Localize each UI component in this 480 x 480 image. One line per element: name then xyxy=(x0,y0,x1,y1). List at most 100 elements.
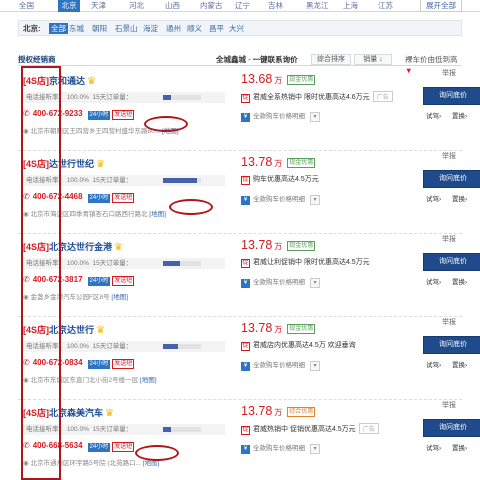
district-tab[interactable]: 石景山 xyxy=(115,21,138,36)
crown-icon: ♛ xyxy=(105,408,114,419)
expand-icon[interactable]: ▾ xyxy=(310,361,320,371)
expand-icon[interactable]: ▾ xyxy=(310,444,320,454)
send-sms-button[interactable]: 发送短 xyxy=(112,359,135,369)
city-tab[interactable]: 黑龙江 xyxy=(306,0,329,12)
dealer-price: 13.78 万现金优惠 xyxy=(241,238,316,252)
compare-text: 一键联系询价 xyxy=(252,55,298,64)
trade-in-link[interactable]: 置换› xyxy=(452,445,467,452)
price-detail[interactable]: ¥ 全款购车价格明细 ▾ xyxy=(241,276,320,288)
highlight-circle xyxy=(169,199,213,215)
gift-icon: 促 xyxy=(241,342,250,351)
trade-in-link[interactable]: 置换› xyxy=(452,113,467,120)
offer-line[interactable]: 促君威店内优惠高达4.5万 欢迎垂询 xyxy=(241,340,356,351)
trade-in-link[interactable]: 置换› xyxy=(452,196,467,203)
report-link[interactable]: 举报 xyxy=(442,317,456,327)
report-link[interactable]: 举报 xyxy=(442,68,456,78)
offer-text: 君威店内优惠高达4.5万 欢迎垂询 xyxy=(253,342,356,349)
report-link[interactable]: 举报 xyxy=(442,151,456,161)
city-tab[interactable]: 北京 xyxy=(58,0,80,12)
city-tab[interactable]: 上海 xyxy=(343,0,358,12)
report-link[interactable]: 举报 xyxy=(442,400,456,410)
promo-badge: 现金优惠 xyxy=(287,324,316,334)
city-tab[interactable]: 山西 xyxy=(165,0,180,12)
city-tab[interactable]: 河北 xyxy=(129,0,144,12)
price-detail-label: 全款购车价格明细 xyxy=(253,362,305,369)
scope-label[interactable]: 全城鑫城 - 一键联系询价 xyxy=(216,54,298,65)
trade-in-link[interactable]: 置换› xyxy=(452,362,467,369)
expand-all-button[interactable]: 展开全部 xyxy=(420,0,462,12)
crown-icon: ♛ xyxy=(96,159,105,170)
inquiry-button[interactable]: 询问底价 xyxy=(423,170,480,188)
offer-line[interactable]: 促君威热销中 促销优惠高达4.5万元 广告 xyxy=(241,423,379,435)
hours-badge: 24小时 xyxy=(87,443,111,452)
gift-icon: 促 xyxy=(241,94,250,103)
gift-icon: 促 xyxy=(241,176,250,185)
city-tab[interactable]: 江苏 xyxy=(378,0,393,12)
city-tab[interactable]: 辽宁 xyxy=(235,0,250,12)
district-tab[interactable]: 朝阳 xyxy=(92,21,107,36)
price-detail[interactable]: ¥ 全款购车价格明细 ▾ xyxy=(241,110,320,122)
city-tab[interactable]: 全国 xyxy=(19,0,34,12)
orders-bar-fill xyxy=(163,261,181,266)
city-tab[interactable]: 内蒙古 xyxy=(200,0,223,12)
trade-in-link[interactable]: 置换› xyxy=(452,279,467,286)
district-tab[interactable]: 东城 xyxy=(69,21,84,36)
test-drive-link[interactable]: 试驾› xyxy=(426,362,441,369)
report-link[interactable]: 举报 xyxy=(442,234,456,244)
send-sms-button[interactable]: 发送短 xyxy=(112,276,135,286)
test-drive-link[interactable]: 试驾› xyxy=(426,279,441,286)
sort-sales-button[interactable]: 销量 ↓ xyxy=(354,54,392,65)
action-links: 试驾› 置换› xyxy=(426,442,467,452)
test-drive-link[interactable]: 试驾› xyxy=(426,196,441,203)
sales-label: 销量 xyxy=(363,56,378,63)
map-link[interactable]: [地图] xyxy=(143,460,160,467)
phone-rate-value: 100.0% xyxy=(66,94,89,101)
district-tab[interactable]: 顺义 xyxy=(187,21,202,36)
action-links: 试驾› 置换› xyxy=(426,276,467,286)
orders-bar xyxy=(163,178,201,183)
price-detail-label: 全款购车价格明细 xyxy=(253,445,305,452)
inquiry-button[interactable]: 询问底价 xyxy=(423,253,480,271)
send-sms-button[interactable]: 发送短 xyxy=(112,193,135,203)
offer-line[interactable]: 促购车优惠高达4.5万元 xyxy=(241,174,319,185)
price-detail[interactable]: ¥ 全款购车价格明细 ▾ xyxy=(241,442,320,454)
city-tab[interactable]: 吉林 xyxy=(268,0,283,12)
inquiry-button[interactable]: 询问底价 xyxy=(423,336,480,354)
inquiry-button[interactable]: 询问底价 xyxy=(423,87,480,105)
expand-icon[interactable]: ▾ xyxy=(310,195,320,205)
dealer-row: [4S店]北京森美汽车 ♛ 电话接听率： 100.0% 15天订单量： ✆ 400-… xyxy=(18,400,480,480)
dealer-row: [4S店]达世行世纪 ♛ 电话接听率： 100.0% 15天订单量： ✆ 400-6… xyxy=(18,151,480,234)
district-tab[interactable]: 海淀 xyxy=(143,21,158,36)
inquiry-button[interactable]: 询问底价 xyxy=(423,419,480,437)
expand-icon[interactable]: ▾ xyxy=(310,278,320,288)
sort-default-button[interactable]: 综合排序 xyxy=(311,54,351,65)
orders-bar xyxy=(163,427,201,432)
district-tab[interactable]: 昌平 xyxy=(209,21,224,36)
gift-icon: 促 xyxy=(241,259,250,268)
dealer-row: [4S店]北京达世行 ♛ 电话接听率： 100.0% 15天订单量： ✆ 400-6… xyxy=(18,317,480,400)
map-link[interactable]: [地图] xyxy=(111,294,128,301)
phone-rate-value: 100.0% xyxy=(66,260,89,267)
orders-label: 15天订单量 xyxy=(92,94,126,101)
district-tab[interactable]: 全部 xyxy=(49,23,68,34)
test-drive-link[interactable]: 试驾› xyxy=(426,445,441,452)
expand-icon[interactable]: ▾ xyxy=(310,112,320,122)
offer-line[interactable]: 促君威让利促销中 限时优惠高达4.5万元 xyxy=(241,257,370,268)
price-detail[interactable]: ¥ 全款购车价格明细 ▾ xyxy=(241,193,320,205)
hours-badge: 24小时 xyxy=(87,277,111,286)
calculator-icon: ¥ xyxy=(241,362,250,371)
send-sms-button[interactable]: 发送短 xyxy=(112,442,135,452)
orders-bar-fill xyxy=(163,178,198,183)
calculator-icon: ¥ xyxy=(241,445,250,454)
action-links: 试驾› 置换› xyxy=(426,110,467,120)
map-link[interactable]: [地图] xyxy=(140,377,157,384)
map-link[interactable]: [地图] xyxy=(149,211,166,218)
offer-line[interactable]: 促君威全系热销中 限时优惠高达4.6万元 广告 xyxy=(241,91,393,103)
price-detail[interactable]: ¥ 全款购车价格明细 ▾ xyxy=(241,359,320,371)
test-drive-link[interactable]: 试驾› xyxy=(426,113,441,120)
district-tab[interactable]: 大兴 xyxy=(229,21,244,36)
district-tab[interactable]: 通州 xyxy=(166,21,181,36)
city-tab[interactable]: 天津 xyxy=(91,0,106,12)
price-unit: 万 xyxy=(274,159,283,168)
send-sms-button[interactable]: 发送短 xyxy=(112,110,135,120)
